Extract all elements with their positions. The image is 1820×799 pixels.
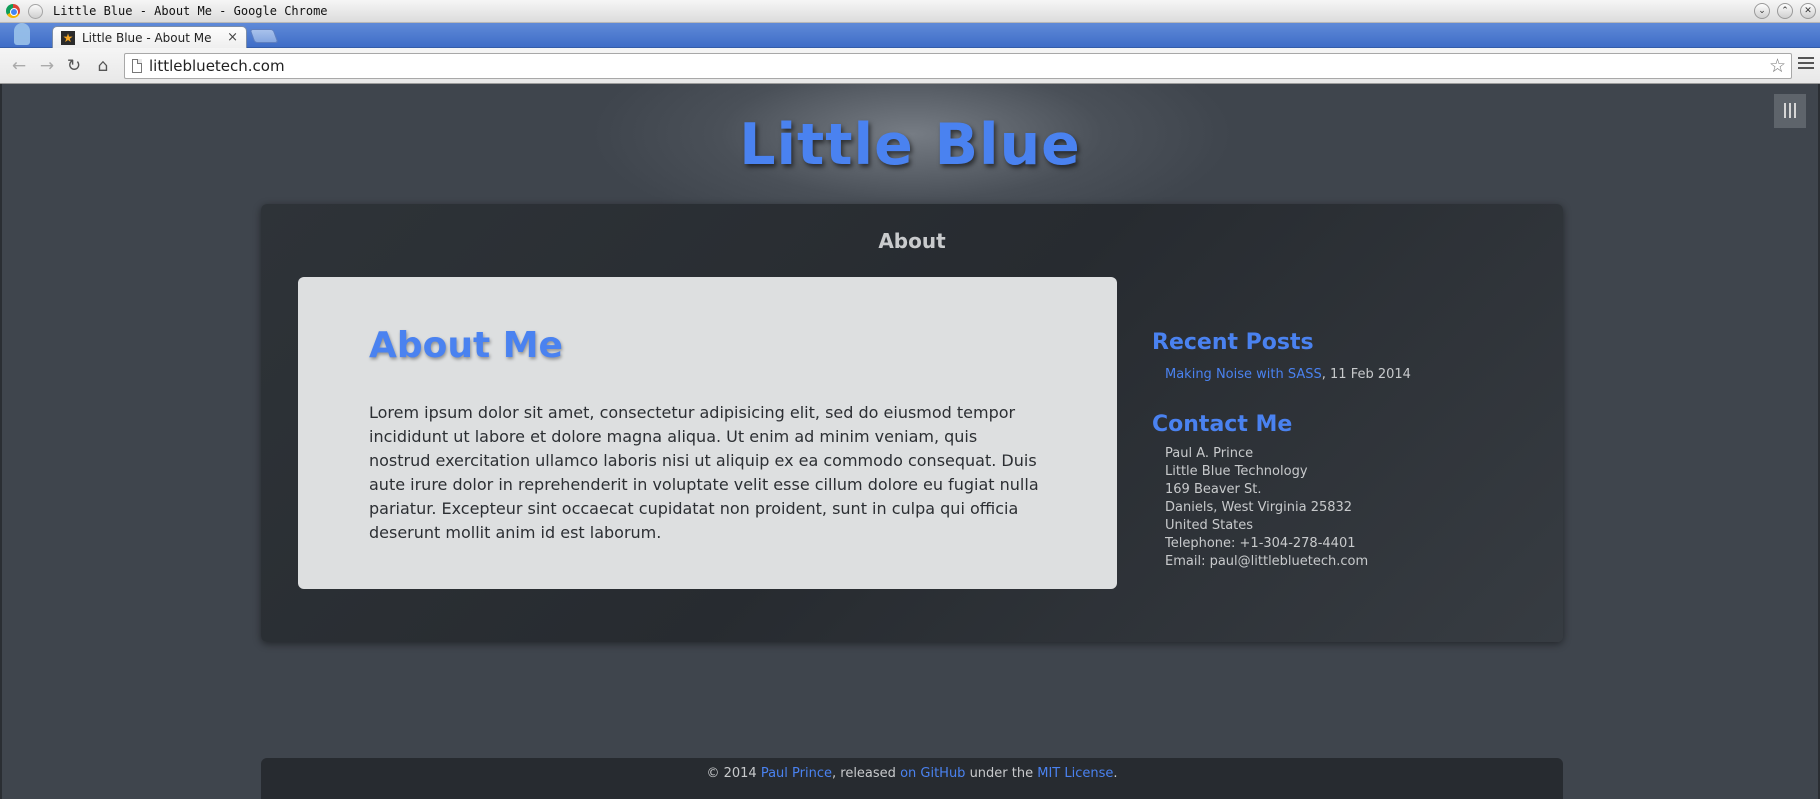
contact-company: Little Blue Technology — [1165, 464, 1308, 479]
new-tab-button[interactable] — [249, 29, 279, 43]
home-icon[interactable]: ⌂ — [93, 56, 113, 76]
footer-text: . — [1113, 766, 1118, 781]
sidebar: Recent Posts Making Noise with SASS, 11 … — [1152, 330, 1532, 571]
recent-posts-list: Making Noise with SASS, 11 Feb 2014 — [1165, 367, 1532, 382]
footer-copyright: © 2014 — [706, 766, 761, 781]
article-body: Lorem ipsum dolor sit amet, consectetur … — [369, 403, 1039, 542]
url-text[interactable]: littlebluetech.com — [149, 57, 285, 75]
back-arrow-icon[interactable]: ← — [9, 56, 29, 76]
site-favicon-icon: ★ — [61, 31, 75, 45]
contact-email: Email: paul@littlebluetech.com — [1165, 554, 1369, 569]
chrome-icon — [6, 4, 20, 18]
minimize-icon[interactable]: ⌄ — [1754, 3, 1770, 19]
article-heading: About Me — [369, 325, 563, 366]
window-controls: ⌄ ⌃ ✕ — [1754, 3, 1816, 19]
footer-license-link[interactable]: MIT License — [1037, 766, 1113, 781]
contact-heading: Contact Me — [1152, 412, 1293, 437]
section-heading: About — [878, 229, 946, 253]
article-card: About Me Lorem ipsum dolor sit amet, con… — [298, 277, 1117, 589]
close-window-icon[interactable]: ✕ — [1800, 3, 1816, 19]
contact-city: Daniels, West Virginia 25832 — [1165, 500, 1353, 515]
footer-github-link[interactable]: on GitHub — [900, 766, 965, 781]
maximize-icon[interactable]: ⌃ — [1777, 3, 1793, 19]
browser-toolbar: ← → ↻ ⌂ littlebluetech.com ☆ — [0, 48, 1820, 84]
contact-street: 169 Beaver St. — [1165, 482, 1262, 497]
contact-telephone: Telephone: +1-304-278-4401 — [1165, 536, 1356, 551]
window-titlebar: Little Blue - About Me - Google Chrome ⌄… — [0, 0, 1820, 23]
post-date: , 11 Feb 2014 — [1321, 367, 1411, 382]
footer-author-link[interactable]: Paul Prince — [761, 766, 832, 781]
footer-text: under the — [965, 766, 1038, 781]
list-item: Making Noise with SASS, 11 Feb 2014 — [1165, 367, 1532, 382]
window-title: Little Blue - About Me - Google Chrome — [53, 4, 328, 18]
post-link[interactable]: Making Noise with SASS — [1165, 367, 1322, 382]
tab-close-icon[interactable]: × — [227, 30, 238, 45]
forward-arrow-icon[interactable]: → — [37, 56, 57, 76]
site-title[interactable]: Little Blue — [2, 112, 1818, 178]
footer-text: , released — [832, 766, 901, 781]
page-icon — [132, 59, 142, 73]
recent-posts-heading: Recent Posts — [1152, 330, 1314, 355]
window-pin-icon[interactable] — [28, 3, 43, 19]
address-bar[interactable]: littlebluetech.com ☆ — [124, 53, 1792, 79]
page-footer: © 2014 Paul Prince, released on GitHub u… — [261, 758, 1563, 799]
contact-country: United States — [1165, 518, 1254, 533]
page-viewport: Little Blue About About Me Lorem ipsum d… — [0, 84, 1820, 799]
contact-name: Paul A. Prince — [1165, 446, 1254, 461]
tab-active[interactable]: ★ Little Blue - About Me × — [52, 26, 247, 49]
reload-icon[interactable]: ↻ — [64, 56, 84, 76]
contact-address: Paul A. Prince Little Blue Technology 16… — [1165, 445, 1532, 571]
tab-strip: ★ Little Blue - About Me × — [0, 23, 1820, 49]
star-icon[interactable]: ☆ — [1769, 55, 1786, 77]
hamburger-menu-icon[interactable] — [1798, 57, 1814, 73]
profile-avatar-icon[interactable] — [14, 23, 30, 45]
tab-label: Little Blue - About Me — [82, 31, 212, 45]
content-panel: About About Me Lorem ipsum dolor sit ame… — [261, 204, 1563, 642]
